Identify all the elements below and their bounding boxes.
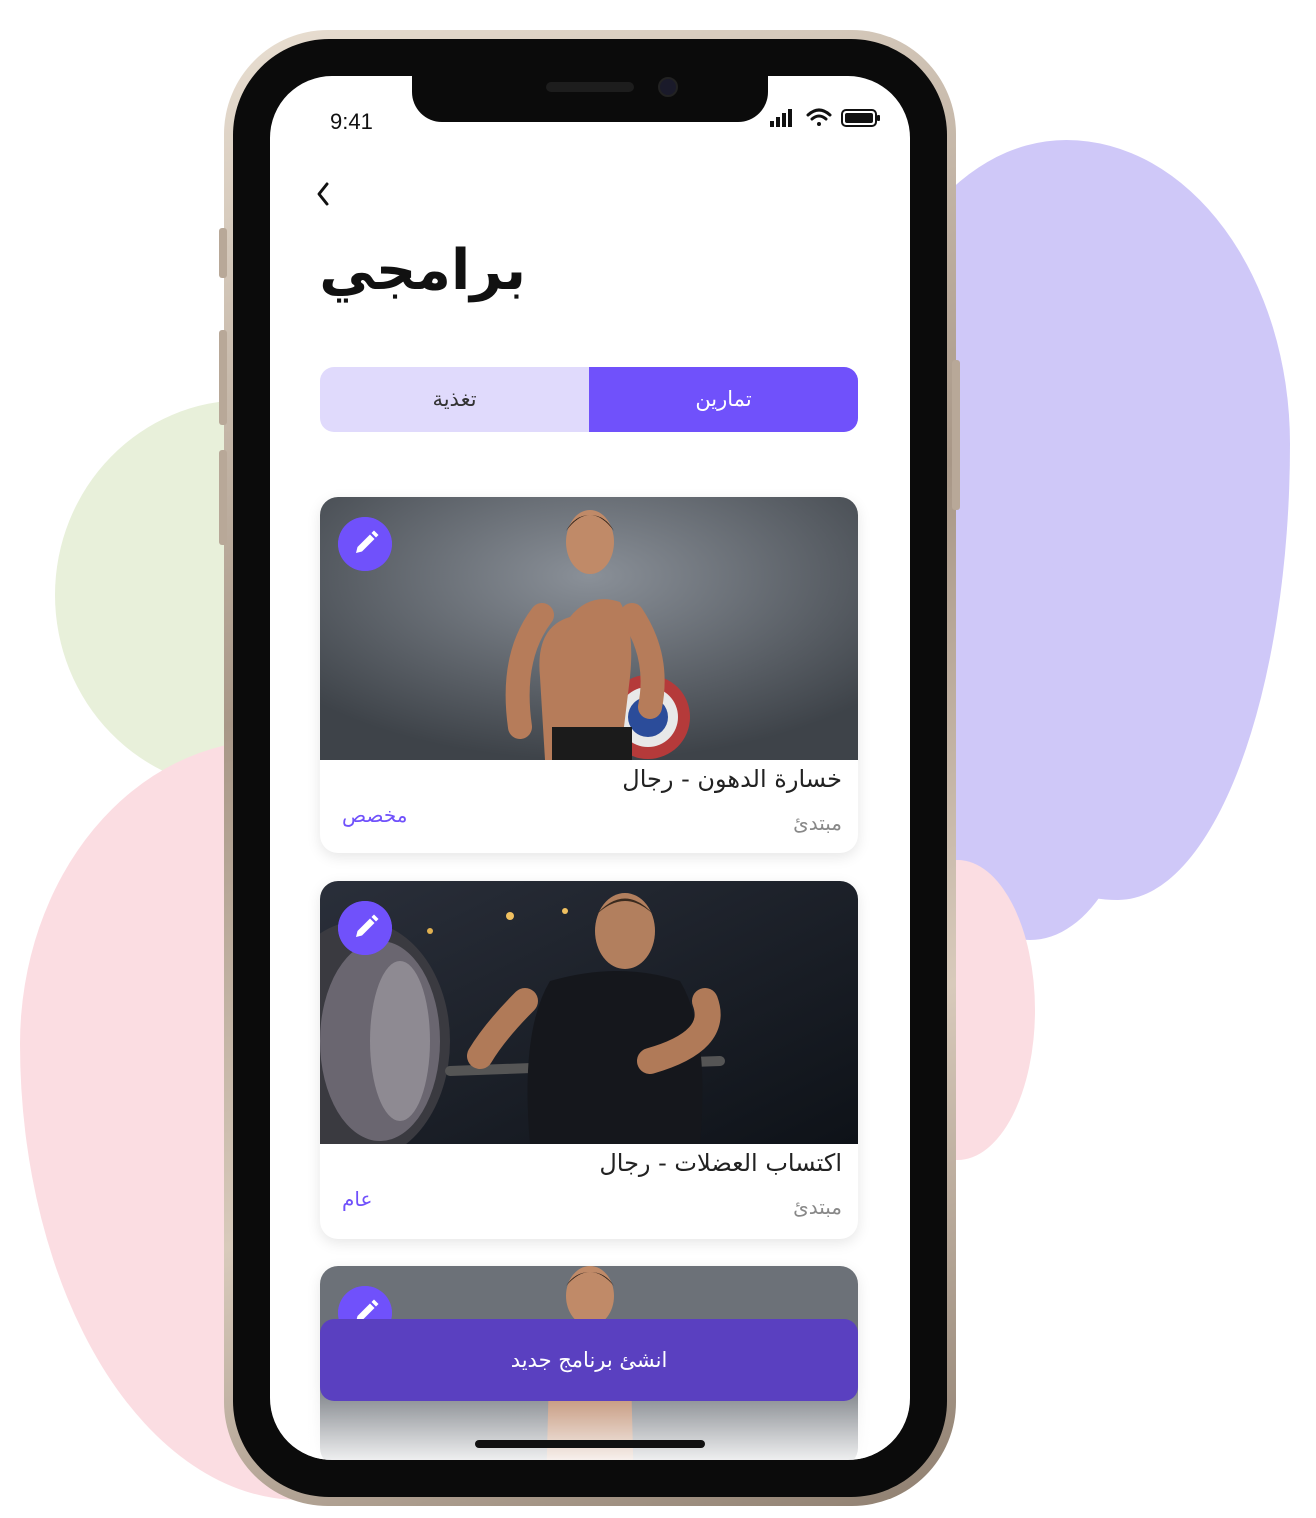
program-image-fat-loss — [320, 497, 858, 760]
program-title: اكتساب العضلات - رجال — [599, 1149, 842, 1177]
tab-exercises[interactable]: تمارين — [589, 367, 858, 432]
program-card[interactable]: خسارة الدهون - رجال مبتدئ مخصص — [320, 497, 858, 853]
page-title: برامجي — [319, 238, 526, 303]
program-tag: مخصص — [342, 803, 408, 827]
program-level: مبتدئ — [793, 811, 842, 835]
signal-icon — [770, 109, 792, 127]
tab-nutrition[interactable]: تغذية — [320, 367, 589, 432]
program-card[interactable]: اكتساب العضلات - رجال مبتدئ عام — [320, 881, 858, 1239]
pencil-edit-icon[interactable] — [338, 517, 392, 571]
phone-power-button — [952, 360, 960, 510]
create-program-button[interactable]: انشئ برنامج جديد — [320, 1319, 858, 1401]
status-icons — [770, 108, 880, 127]
phone-mute-switch — [219, 228, 227, 278]
tab-bar: تمارين تغذية — [320, 367, 858, 432]
phone-volume-down — [219, 450, 227, 545]
program-title: خسارة الدهون - رجال — [622, 765, 842, 793]
front-camera — [658, 77, 678, 97]
speaker — [546, 82, 634, 92]
wifi-icon — [806, 108, 832, 126]
program-level: مبتدئ — [793, 1195, 842, 1219]
phone-screen: 9:41 برامجي تمارين تغذية خسارة الدهون - … — [270, 76, 910, 1460]
program-tag: عام — [342, 1187, 373, 1211]
home-indicator[interactable] — [475, 1440, 705, 1448]
pencil-edit-icon[interactable] — [338, 901, 392, 955]
back-chevron-icon[interactable] — [312, 176, 342, 212]
battery-icon — [841, 109, 880, 127]
program-image-muscle-gain — [320, 881, 858, 1144]
status-time: 9:41 — [330, 109, 373, 134]
phone-volume-up — [219, 330, 227, 425]
notch — [412, 76, 768, 122]
